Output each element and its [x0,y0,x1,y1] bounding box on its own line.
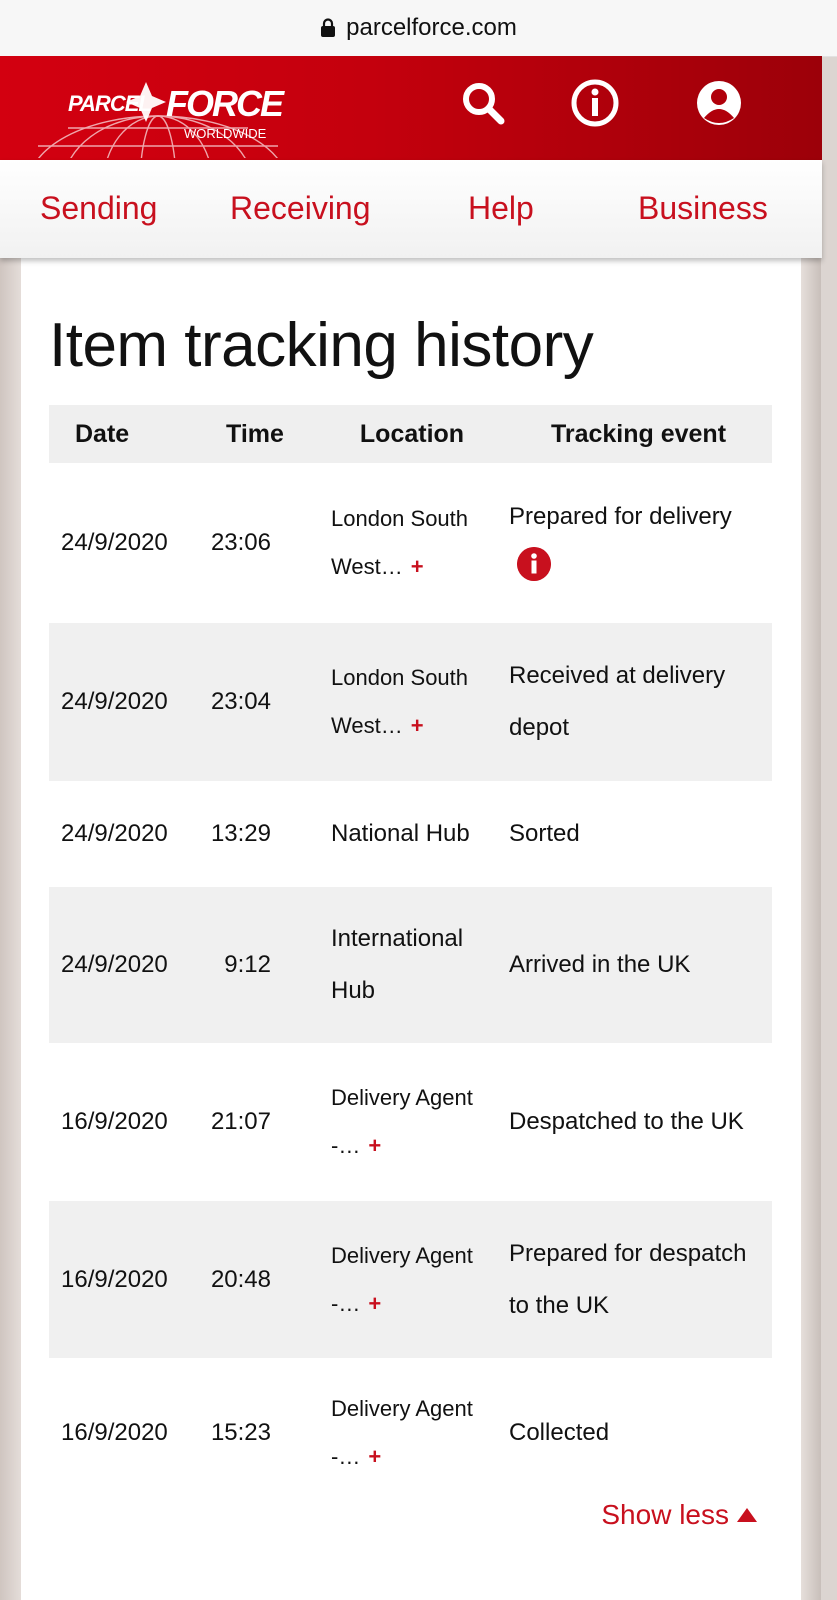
expand-location-button[interactable]: + [368,1133,381,1158]
row-date: 24/9/2020 [61,529,168,556]
row-date: 16/9/2020 [61,1419,168,1446]
browser-address-bar[interactable]: parcelforce.com [0,0,837,57]
logo-parcel-text: PARCEL [68,91,151,116]
site-header: PARCEL FORCE WORLDWIDE [0,56,822,160]
nav-business[interactable]: Business [638,190,768,227]
row-event: Prepared for delivery [505,463,772,623]
location-text: Delivery Agent -… [331,1396,473,1469]
table-row: 24/9/2020 9:12 International Hub Arrived… [49,887,772,1043]
table-row: 24/9/2020 13:29 National Hub Sorted [49,781,772,887]
event-text: Prepared for delivery [509,503,732,530]
row-event: Despatched to the UK [509,1108,744,1135]
row-time: 15:23 [210,1419,271,1446]
header-date[interactable]: Date [49,405,191,463]
account-icon[interactable] [694,78,744,128]
location-text: London South West… [331,506,469,579]
show-less-button[interactable]: Show less [601,1499,757,1531]
row-date: 24/9/2020 [49,623,191,781]
row-event: Collected [509,1419,610,1446]
page-side-shade [801,258,821,1600]
row-location: National Hub [331,820,470,847]
location-text: London South West… [331,665,469,738]
parcelforce-logo[interactable]: PARCEL FORCE WORLDWIDE [18,66,298,158]
table-header-row: Date Time Location Tracking event [49,405,772,463]
tracking-table: Date Time Location Tracking event 24/9/2… [49,405,772,1508]
row-date: 16/9/2020 [61,1108,168,1135]
nav-receiving[interactable]: Receiving [230,190,371,227]
header-time[interactable]: Time [191,405,319,463]
row-event: Arrived in the UK [505,887,772,1043]
row-time: 9:12 [191,887,319,1043]
row-time: 21:07 [210,1108,271,1135]
nav-help[interactable]: Help [468,190,534,227]
table-row: 16/9/2020 15:23 Delivery Agent -… + Colle… [49,1358,772,1508]
table-row: 24/9/2020 23:06 London South West… + Prep… [49,463,772,623]
table-row: 16/9/2020 20:48 Delivery Agent -… + Prepa… [49,1201,772,1358]
row-event: Sorted [509,820,580,847]
row-location[interactable]: Delivery Agent -… + [319,1358,505,1508]
show-less-label: Show less [601,1499,729,1530]
location-text: Delivery Agent -… [331,1242,473,1316]
row-date: 24/9/2020 [61,820,168,847]
expand-location-button[interactable]: + [411,554,424,579]
row-location: International Hub [319,887,505,1043]
content-card: Item tracking history Date Time Location… [21,258,801,1600]
row-time: 20:48 [191,1201,319,1358]
row-time: 23:06 [210,529,271,556]
location-text: Delivery Agent -… [331,1085,473,1158]
table-row: 24/9/2020 23:04 London South West… + Rece… [49,623,772,781]
row-location[interactable]: Delivery Agent -… + [319,1201,505,1358]
row-location[interactable]: London South West… + [319,463,505,623]
expand-location-button[interactable]: + [411,713,424,738]
page-title: Item tracking history [49,311,594,380]
lock-icon [321,18,336,37]
table-row: 16/9/2020 21:07 Delivery Agent -… + Despa… [49,1043,772,1201]
search-icon[interactable] [458,78,508,128]
page-side-shade [0,258,21,1600]
row-event: Received at delivery depot [505,623,772,781]
header-tracking-event[interactable]: Tracking event [505,405,772,463]
row-location[interactable]: London South West… + [319,623,505,781]
row-event: Prepared for despatch to the UK [505,1201,772,1358]
logo-worldwide-text: WORLDWIDE [184,126,267,141]
row-date: 16/9/2020 [49,1201,191,1358]
row-location[interactable]: Delivery Agent -… + [319,1043,505,1201]
expand-location-button[interactable]: + [368,1291,381,1316]
nav-sending[interactable]: Sending [40,190,157,227]
logo-force-text: FORCE [166,83,285,124]
info-icon[interactable] [570,78,620,128]
main-nav: Sending Receiving Help Business [0,160,822,258]
row-time: 23:04 [191,623,319,781]
url-text: parcelforce.com [346,14,517,41]
header-location[interactable]: Location [319,405,505,463]
row-date: 24/9/2020 [49,887,191,1043]
info-icon[interactable] [517,546,551,581]
row-time: 13:29 [210,820,271,847]
expand-location-button[interactable]: + [368,1444,381,1469]
chevron-up-icon [737,1508,757,1522]
url-display[interactable]: parcelforce.com [320,14,517,42]
